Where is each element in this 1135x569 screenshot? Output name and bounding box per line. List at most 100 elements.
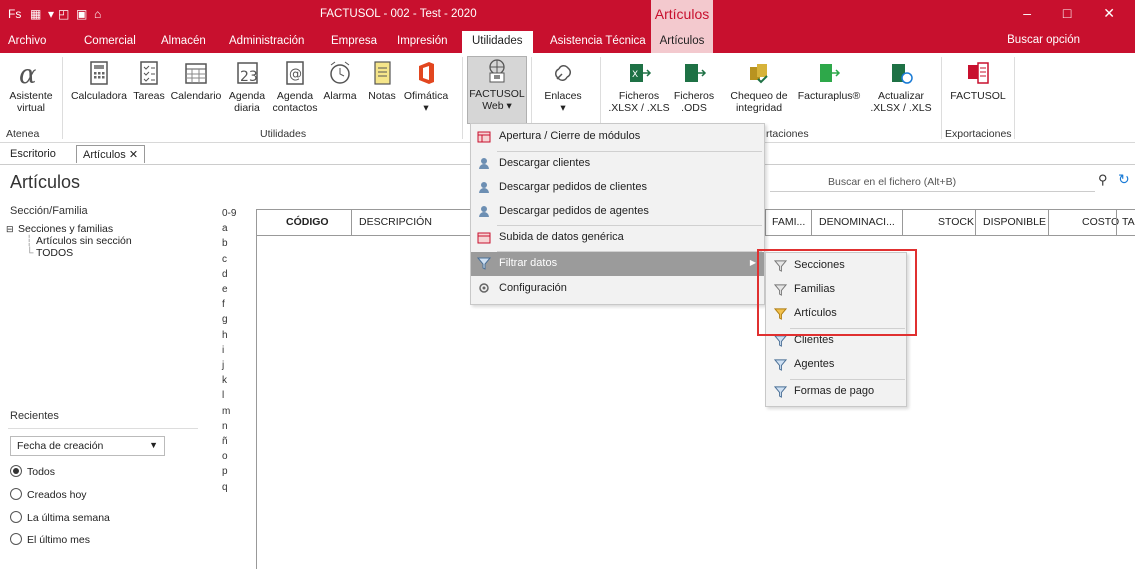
alphabet-letter[interactable]: f (222, 297, 236, 312)
alphabet-letter[interactable]: m (222, 404, 236, 419)
radio-dot (10, 533, 22, 545)
alphabet-letter[interactable]: k (222, 373, 236, 388)
alphabet-letter[interactable]: d (222, 267, 236, 282)
alphabet-letter[interactable]: p (222, 464, 236, 479)
window-controls[interactable]: – □ ✕ (1023, 5, 1129, 22)
radio-creados-hoy[interactable]: Creados hoy (10, 488, 87, 501)
link-chain-icon (555, 65, 571, 81)
calendar-icon (185, 63, 207, 84)
menu-articulos[interactable]: Artículos (651, 31, 713, 53)
ribbon-separator (1014, 57, 1015, 139)
calculator-quick-icon[interactable]: ▦ (30, 7, 41, 21)
tasks-icon (140, 61, 158, 85)
menu-item-descargar-clientes[interactable]: Descargar clientes (471, 152, 764, 176)
chequeo-integridad-button[interactable]: Chequeo de integridad (726, 59, 792, 114)
search-icon[interactable]: ⚲ (1098, 172, 1108, 188)
menu-asistencia[interactable]: Asistencia Técnica (550, 35, 646, 47)
group-label-atenea: Atenea (6, 128, 40, 140)
alphabet-letter[interactable]: b (222, 236, 236, 251)
modules-icon (477, 131, 491, 143)
refresh-icon[interactable]: ↻ (1118, 171, 1130, 188)
calculator-icon (90, 61, 108, 85)
radio-ultimo-mes[interactable]: El último mes (10, 533, 90, 546)
ficheros-xlsx-button[interactable]: X Ficheros .XLSX / .XLS (606, 59, 672, 114)
group-label-exportaciones: Exportaciones (945, 128, 1012, 140)
alphabet-letter[interactable]: a (222, 221, 236, 236)
alphabet-letter[interactable]: o (222, 449, 236, 464)
alphabet-letter[interactable]: 0-9 (222, 206, 236, 221)
submenu-item-agentes[interactable]: Agentes (766, 353, 906, 377)
notas-button[interactable]: Notas (366, 59, 398, 102)
radio-ultima-semana[interactable]: La última semana (10, 511, 110, 524)
copy-quick-icon[interactable]: ▣ (76, 7, 87, 21)
factusol-web-button[interactable]: FACTUSOL Web ▾ (467, 56, 527, 124)
folder-quick-icon[interactable]: ◰ (58, 7, 69, 21)
calculadora-button[interactable]: Calculadora (68, 59, 130, 102)
col-familia[interactable]: FAMI... (772, 216, 805, 228)
alphabet-letter[interactable]: n (222, 419, 236, 434)
menu-comercial[interactable]: Comercial (84, 35, 136, 47)
asistente-virtual-button[interactable]: α Asistente virtual (2, 59, 60, 114)
dropdown-quick-icon[interactable]: ▾ (48, 7, 54, 21)
tree-root-item[interactable]: ⊟ Secciones y familias (6, 223, 132, 235)
lock-quick-icon[interactable]: ⌂ (94, 7, 101, 21)
excel-refresh-icon (892, 64, 913, 84)
ficheros-ods-button[interactable]: Ficheros .ODS (672, 59, 716, 114)
menu-item-descargar-pedidos-agentes[interactable]: Descargar pedidos de agentes (471, 200, 764, 224)
factusol-export-button[interactable]: FACTUSOL (946, 59, 1010, 102)
menu-archivo[interactable]: Archivo (8, 35, 46, 47)
tab-escritorio[interactable]: Escritorio (4, 146, 62, 162)
alphabet-letter[interactable]: j (222, 358, 236, 373)
radio-todos[interactable]: Todos (10, 465, 55, 478)
menu-administracion[interactable]: Administración (229, 35, 304, 47)
col-stock[interactable]: STOCK (938, 216, 974, 228)
enlaces-button[interactable]: Enlaces ▾ (538, 59, 588, 114)
svg-text:@: @ (289, 67, 302, 82)
tab-articulos[interactable]: Artículos ✕ (76, 145, 146, 163)
tareas-button[interactable]: Tareas (131, 59, 167, 102)
agenda-contactos-button[interactable]: @ Agenda contactos (270, 59, 320, 114)
fecha-select[interactable]: Fecha de creación ▼ (10, 436, 165, 456)
tree-item-sin-seccion[interactable]: ┆ Artículos sin sección (6, 235, 132, 247)
col-ta[interactable]: TA (1122, 216, 1135, 228)
col-costo[interactable]: COSTO (1082, 216, 1119, 228)
col-disponible[interactable]: DISPONIBLE (983, 216, 1046, 228)
alphabet-letter[interactable]: i (222, 343, 236, 358)
ofimatica-button[interactable]: Ofimática ▾ (400, 59, 452, 114)
facturaplus-button[interactable]: Facturaplus® (796, 59, 862, 102)
col-sep (975, 210, 976, 236)
alphabet-letter[interactable]: h (222, 328, 236, 343)
ribbon-separator (62, 57, 63, 139)
col-codigo[interactable]: CÓDIGO (286, 216, 329, 228)
alphabet-letter[interactable]: c (222, 252, 236, 267)
menu-item-configuracion[interactable]: Configuración (471, 277, 764, 301)
search-option-button[interactable]: Buscar opción (1007, 34, 1080, 46)
menu-almacen[interactable]: Almacén (161, 35, 206, 47)
menu-impresion[interactable]: Impresión (397, 35, 448, 47)
agenda-diaria-button[interactable]: 23 Agenda diaria (226, 59, 268, 114)
col-denominacion[interactable]: DENOMINACI... (819, 216, 895, 228)
menu-item-apertura[interactable]: Apertura / Cierre de módulos (471, 125, 764, 149)
upload-icon (477, 232, 491, 244)
menu-item-filtrar-datos[interactable]: Filtrar datos ▶ (471, 252, 764, 276)
ods-import-icon (685, 64, 707, 82)
calendario-button[interactable]: Calendario (168, 59, 224, 102)
collapse-icon[interactable]: ⊟ (6, 223, 14, 235)
alphabet-letter[interactable]: ñ (222, 434, 236, 449)
menu-empresa[interactable]: Empresa (331, 35, 377, 47)
menu-utilidades[interactable]: Utilidades (462, 31, 533, 53)
section-family-header: Sección/Familia (10, 205, 88, 217)
alphabet-letter[interactable]: q (222, 480, 236, 495)
search-input[interactable]: Buscar en el fichero (Alt+B) (770, 172, 1095, 192)
actualizar-xlsx-button[interactable]: Actualizar .XLSX / .XLS (868, 59, 934, 114)
menu-item-descargar-pedidos-clientes[interactable]: Descargar pedidos de clientes (471, 176, 764, 200)
alphabet-letter[interactable]: g (222, 312, 236, 327)
alphabet-letter[interactable]: l (222, 388, 236, 403)
menu-item-subida-datos[interactable]: Subida de datos genérica (471, 226, 764, 250)
tree-item-todos[interactable]: └ TODOS (6, 247, 132, 259)
col-sep (351, 210, 352, 236)
alarma-button[interactable]: Alarma (322, 59, 358, 102)
submenu-item-formas-pago[interactable]: Formas de pago (766, 380, 906, 404)
col-descripcion[interactable]: DESCRIPCIÓN (359, 216, 432, 228)
alphabet-letter[interactable]: e (222, 282, 236, 297)
